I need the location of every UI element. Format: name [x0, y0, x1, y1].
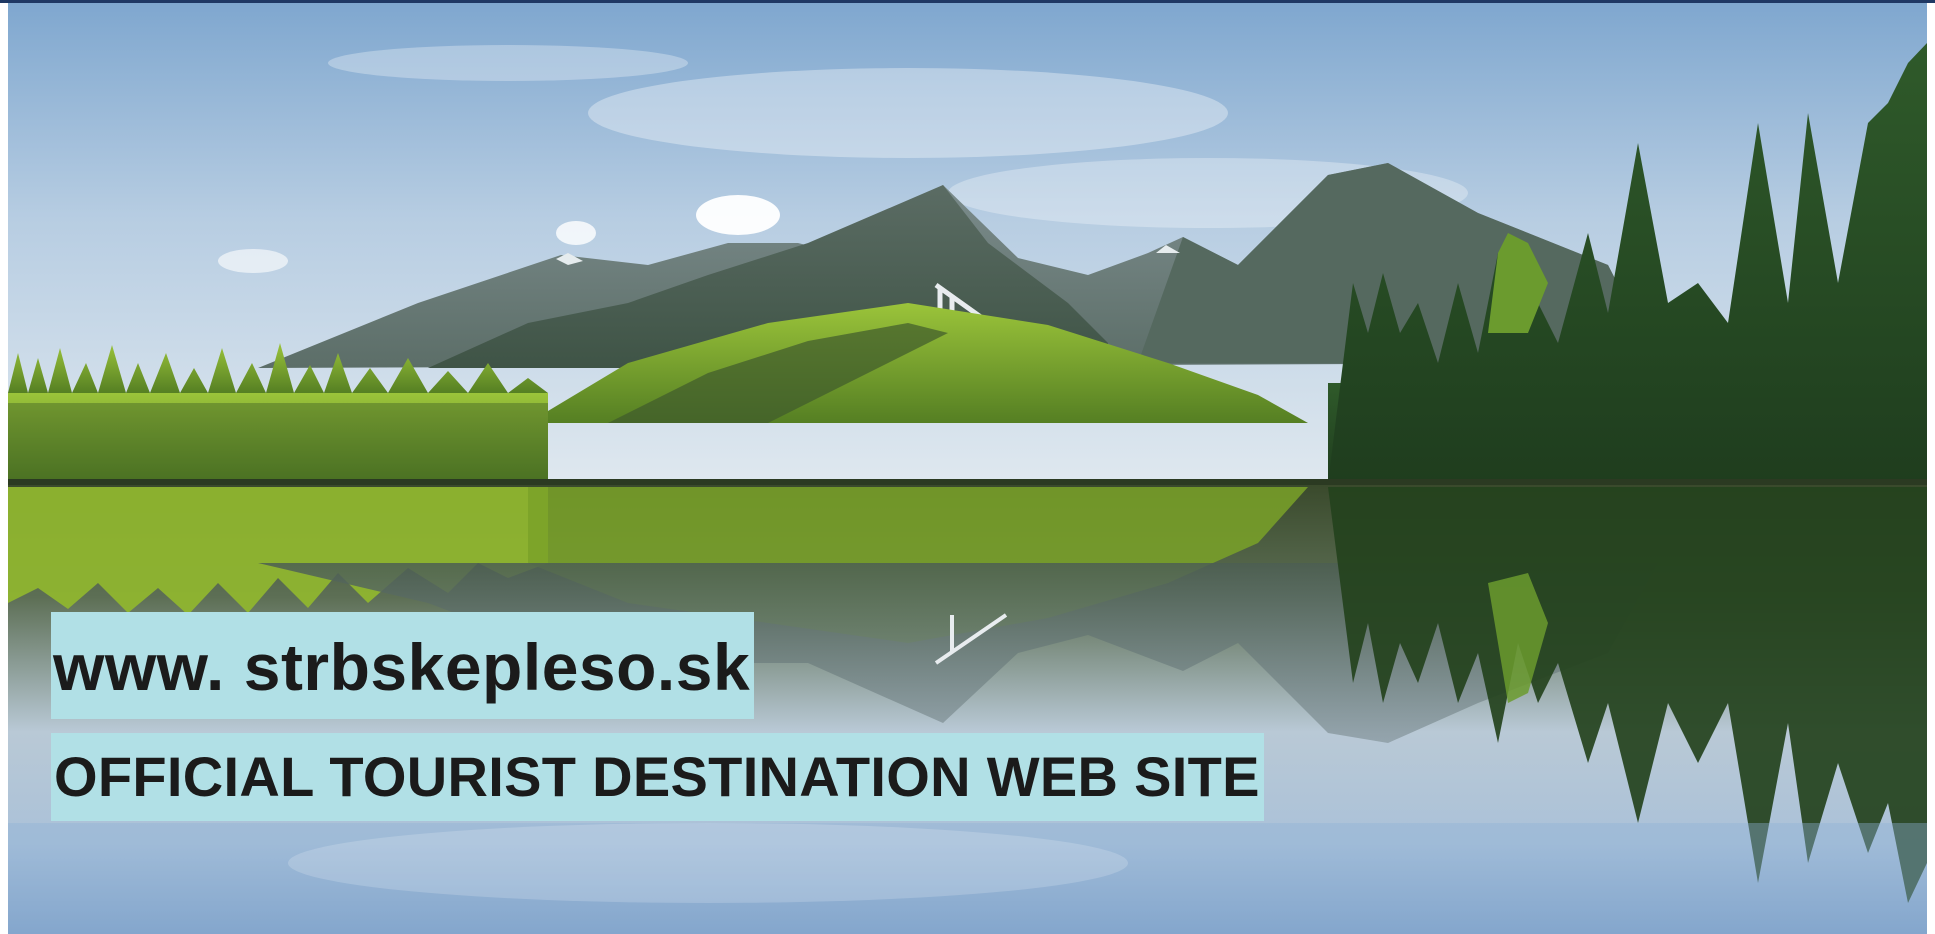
website-url: www. strbskepleso.sk: [53, 630, 751, 704]
banner: www. strbskepleso.sk OFFICIAL TOURIST DE…: [0, 0, 1935, 934]
tagline-caption: OFFICIAL TOURIST DESTINATION WEB SITE: [51, 733, 1264, 821]
website-caption: www. strbskepleso.sk: [51, 612, 755, 719]
tagline-text: OFFICIAL TOURIST DESTINATION WEB SITE: [54, 745, 1260, 808]
